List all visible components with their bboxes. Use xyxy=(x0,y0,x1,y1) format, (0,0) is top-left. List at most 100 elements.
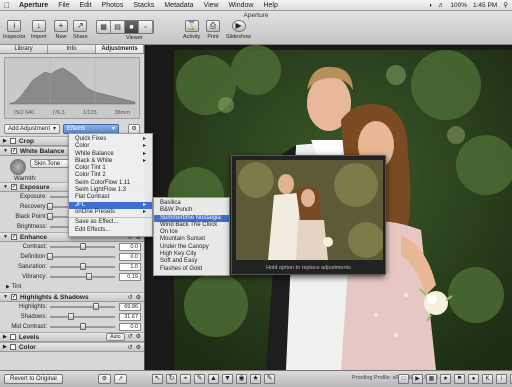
info-icon[interactable]: i xyxy=(496,374,507,384)
submenu-item[interactable]: High Key City xyxy=(154,251,229,258)
grid-view-icon[interactable]: ▦ xyxy=(97,21,111,33)
menu-item[interactable]: onOne Presets ▸ xyxy=(69,209,152,216)
submenu-item[interactable]: On Ice xyxy=(154,229,229,236)
menu-item[interactable]: Quick Fixes ▸ xyxy=(69,136,152,143)
color-checkbox[interactable] xyxy=(9,344,16,350)
viewer-view-icon[interactable]: ■ xyxy=(125,21,139,33)
slideshow-play-icon[interactable]: ▶ xyxy=(412,374,423,384)
share-button[interactable]: ↗ Share xyxy=(73,20,88,40)
submenu-item[interactable]: Flashes of Gold xyxy=(154,266,229,273)
levels-auto-button[interactable]: Auto xyxy=(106,333,125,341)
menu-item[interactable]: JFL ▸ xyxy=(69,201,152,209)
submenu-item[interactable]: Wind Back The Clock xyxy=(154,222,229,229)
share-icon[interactable]: ↗ xyxy=(114,374,127,384)
tint-row[interactable]: ▶ Tint xyxy=(0,282,144,292)
volume-icon[interactable]: ♬ xyxy=(438,2,445,9)
wifi-icon[interactable]: ◑ xyxy=(428,2,432,9)
revert-to-original-button[interactable]: Revert to Original xyxy=(4,374,63,384)
section-highlights-shadows[interactable]: ▼ ✓ Highlights & Shadows ↺ ⚙ xyxy=(0,292,144,302)
menu-item[interactable]: Color Tint 2 xyxy=(69,172,152,179)
menu-item[interactable]: Color ▸ xyxy=(69,143,152,150)
menu-item[interactable]: Flat Contrast xyxy=(69,194,152,201)
fullscreen-icon[interactable]: □ xyxy=(398,374,409,384)
new-button[interactable]: + New xyxy=(54,20,68,40)
brush-tool-icon[interactable]: ✎ xyxy=(264,374,275,384)
rating-icon[interactable]: ★ xyxy=(440,374,451,384)
slider-knob[interactable] xyxy=(79,323,86,330)
menu-item[interactable]: Seim ColorFlow 1.11 xyxy=(69,180,152,187)
submenu-item[interactable]: Mountain Sunset xyxy=(154,236,229,243)
apple-menu-icon[interactable]:  xyxy=(0,1,14,10)
highlights-shadows-checkbox[interactable]: ✓ xyxy=(10,294,17,300)
menu-item[interactable]: Seim LightFlow 1.3 xyxy=(69,187,152,194)
menu-stacks[interactable]: Stacks xyxy=(128,0,159,11)
slider-knob[interactable] xyxy=(92,303,99,310)
label-icon[interactable]: ● xyxy=(468,374,479,384)
adjustment-options-icon[interactable]: ⚙ xyxy=(98,374,111,384)
gear-icon[interactable]: ⚙ xyxy=(136,344,141,351)
levels-checkbox[interactable] xyxy=(9,334,16,340)
slider-knob[interactable] xyxy=(47,213,53,220)
slider-knob[interactable] xyxy=(79,263,86,270)
slider-track[interactable] xyxy=(50,313,115,320)
pointer-tool-icon[interactable]: ↖ xyxy=(152,374,163,384)
slider-track[interactable] xyxy=(50,243,115,250)
slider-value-field[interactable]: 69.86 xyxy=(119,303,141,311)
battery-status[interactable]: 100% xyxy=(450,2,467,9)
activity-button[interactable]: ⌛ Activity xyxy=(183,20,200,40)
straighten-tool-icon[interactable]: ✎ xyxy=(194,374,205,384)
filmstrip-view-icon[interactable]: ▫ xyxy=(139,21,153,33)
slider-track[interactable] xyxy=(50,323,115,330)
submenu-item[interactable]: Summertime Nostalgia xyxy=(154,214,229,222)
menu-item-save-as-effect[interactable]: Save as Effect... xyxy=(69,219,152,226)
submenu-item[interactable]: B&W Punch xyxy=(154,207,229,214)
submenu-item[interactable]: Soft and Easy xyxy=(154,258,229,265)
submenu-item[interactable]: Under the Canopy xyxy=(154,244,229,251)
search-icon[interactable]: ⚲ xyxy=(503,1,508,9)
disclosure-triangle-icon[interactable]: ▼ xyxy=(3,234,8,240)
disclosure-triangle-icon[interactable]: ▶ xyxy=(3,334,7,340)
slider-track[interactable] xyxy=(47,253,115,260)
add-adjustment-popup[interactable]: Add Adjustment ▾ xyxy=(4,124,60,134)
slider-knob[interactable] xyxy=(86,273,92,280)
rotate-tool-icon[interactable]: ↻ xyxy=(166,374,177,384)
menu-view[interactable]: View xyxy=(199,0,224,11)
browser-icon[interactable]: ▦ xyxy=(426,374,437,384)
slider-track[interactable] xyxy=(50,273,115,280)
disclosure-triangle-icon[interactable]: ▶ xyxy=(3,138,7,144)
retouch-tool-icon[interactable]: ★ xyxy=(250,374,261,384)
tab-info[interactable]: Info xyxy=(48,45,96,53)
tab-adjustments[interactable]: Adjustments xyxy=(96,45,144,53)
gear-icon[interactable]: ⚙ xyxy=(136,294,141,301)
slider-knob[interactable] xyxy=(79,243,86,250)
redeye-tool-icon[interactable]: ◉ xyxy=(236,374,247,384)
split-view-icon[interactable]: ▤ xyxy=(111,21,125,33)
menu-item[interactable]: Color Tint 1 xyxy=(69,165,152,172)
slider-value-field[interactable]: 0.0 xyxy=(119,243,141,251)
menu-metadata[interactable]: Metadata xyxy=(159,0,198,11)
section-levels[interactable]: ▶ Levels Auto ↺ ⚙ xyxy=(0,332,144,342)
section-color[interactable]: ▶ Color ↺ ⚙ xyxy=(0,342,144,352)
menu-window[interactable]: Window xyxy=(224,0,259,11)
inspector-button[interactable]: i Inspector xyxy=(3,20,26,40)
clock[interactable]: 1:45 PM xyxy=(473,2,497,9)
menu-photos[interactable]: Photos xyxy=(97,0,129,11)
reset-icon[interactable]: ↺ xyxy=(128,344,133,351)
disclosure-triangle-icon[interactable]: ▼ xyxy=(3,184,8,190)
enhance-checkbox[interactable]: ✓ xyxy=(10,234,17,240)
slider-value-field[interactable]: 0.19 xyxy=(119,273,141,281)
reset-icon[interactable]: ↺ xyxy=(128,333,133,341)
menu-item[interactable]: White Balance ▸ xyxy=(69,151,152,158)
crop-tool-icon[interactable]: ⌖ xyxy=(180,374,191,384)
reset-icon[interactable]: ↺ xyxy=(128,294,133,301)
slider-track[interactable] xyxy=(50,303,115,310)
submenu-item[interactable]: Basilica xyxy=(154,200,229,207)
slider-value-field[interactable]: 0.0 xyxy=(119,323,141,331)
menu-file[interactable]: File xyxy=(53,0,74,11)
print-button[interactable]: ⎙ Print xyxy=(206,20,220,40)
slider-knob[interactable] xyxy=(47,203,53,210)
flag-icon[interactable]: ⚑ xyxy=(454,374,465,384)
menu-edit[interactable]: Edit xyxy=(74,0,96,11)
exposure-checkbox[interactable]: ✓ xyxy=(10,184,17,190)
slider-value-field[interactable]: 31.67 xyxy=(119,313,141,321)
